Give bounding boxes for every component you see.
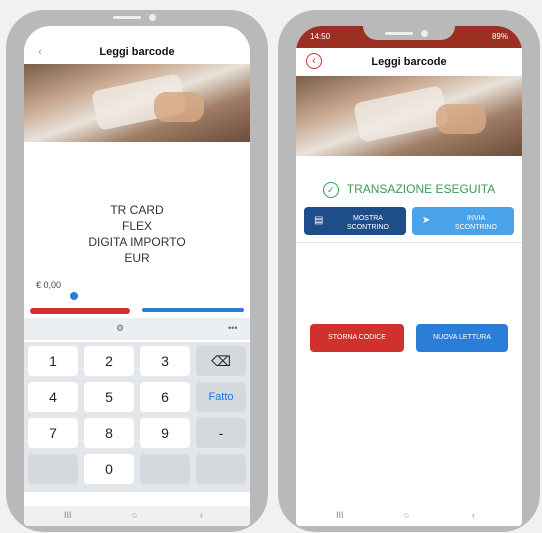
divider xyxy=(296,242,522,243)
empty-key-mid xyxy=(140,454,190,484)
nav-back-icon[interactable]: ‹ xyxy=(200,510,203,520)
system-navbar: III ○ ‹ xyxy=(24,506,250,526)
key-7[interactable]: 7 xyxy=(28,418,78,448)
blue-bar xyxy=(142,308,244,312)
key-8[interactable]: 8 xyxy=(84,418,134,448)
keyboard-toolbar: ⚙ ••• xyxy=(24,318,250,340)
show-receipt-button[interactable]: ▤ MOSTRA SCONTRINO xyxy=(304,207,406,235)
app-header: ‹ Leggi barcode xyxy=(296,48,522,72)
scanned-card xyxy=(352,85,450,143)
recent-apps-icon[interactable]: III xyxy=(336,510,344,520)
new-read-button[interactable]: NUOVA LETTURA xyxy=(416,324,508,352)
battery-level: 89% xyxy=(491,32,508,41)
backspace-icon[interactable]: ⌫ xyxy=(196,346,246,376)
key-2[interactable]: 2 xyxy=(84,346,134,376)
camera-preview xyxy=(24,64,250,142)
key-4[interactable]: 4 xyxy=(28,382,78,412)
speaker xyxy=(113,16,141,19)
camera-preview xyxy=(296,76,522,156)
key-5[interactable]: 5 xyxy=(84,382,134,412)
recent-apps-icon[interactable]: III xyxy=(64,510,72,520)
key-1[interactable]: 1 xyxy=(28,346,78,376)
status-time: 14:50 xyxy=(310,32,331,41)
phone-frame-left: ‹ Leggi barcode TR CARD FLEX DIGITA IMPO… xyxy=(6,10,268,532)
amount-prompt: DIGITA IMPORTO xyxy=(88,235,186,249)
system-navbar: III ○ ‹ xyxy=(296,506,522,526)
gear-icon[interactable]: ⚙ xyxy=(116,323,124,334)
key-0[interactable]: 0 xyxy=(84,454,134,484)
empty-key-left xyxy=(28,454,78,484)
more-icon[interactable]: ••• xyxy=(228,323,237,333)
numeric-keyboard: 1 2 3 ⌫ 4 5 6 Fatto 7 8 9 - 0 xyxy=(24,342,250,492)
send-receipt-button[interactable]: ➤ INVIA SCONTRINO xyxy=(412,207,514,235)
nav-back-icon[interactable]: ‹ xyxy=(472,510,475,520)
key-6[interactable]: 6 xyxy=(140,382,190,412)
page-title: Leggi barcode xyxy=(371,56,447,68)
empty-key-right xyxy=(196,454,246,484)
check-circle-icon: ✓ xyxy=(322,182,339,198)
card-variant: FLEX xyxy=(121,219,152,233)
home-icon[interactable]: ○ xyxy=(404,510,409,520)
amount-input[interactable]: € 0,00 xyxy=(36,280,61,290)
card-type: TR CARD xyxy=(110,203,164,217)
phone-notch xyxy=(91,10,183,24)
receipt-icon: ▤ xyxy=(314,215,324,226)
page-title: Leggi barcode xyxy=(99,46,175,58)
currency-label: EUR xyxy=(124,251,150,265)
hand-image xyxy=(436,104,486,134)
key-3[interactable]: 3 xyxy=(140,346,190,376)
minus-key[interactable]: - xyxy=(196,418,246,448)
front-camera xyxy=(421,30,428,37)
key-9[interactable]: 9 xyxy=(140,418,190,448)
result-screen: 14:50 89% ‹ Leggi barcode ✓ TRANSAZIONE E… xyxy=(296,26,522,526)
success-message: ✓ TRANSAZIONE ESEGUITA xyxy=(296,182,522,198)
success-text: TRANSAZIONE ESEGUITA xyxy=(346,182,496,197)
phone-notch xyxy=(363,26,455,40)
speaker xyxy=(385,32,413,35)
cursor-handle[interactable] xyxy=(70,292,78,300)
scan-screen: ‹ Leggi barcode TR CARD FLEX DIGITA IMPO… xyxy=(24,26,250,526)
done-key[interactable]: Fatto xyxy=(196,382,246,412)
storno-button[interactable]: STORNA CODICE xyxy=(310,324,404,352)
front-camera xyxy=(149,14,156,21)
send-icon: ➤ xyxy=(422,215,431,226)
hand-image xyxy=(154,92,204,122)
red-bar xyxy=(30,308,130,314)
home-icon[interactable]: ○ xyxy=(132,510,137,520)
send-receipt-label: INVIA SCONTRINO xyxy=(455,215,497,231)
app-header: ‹ Leggi barcode xyxy=(24,40,250,64)
card-info: TR CARD FLEX DIGITA IMPORTO EUR xyxy=(24,202,250,266)
phone-frame-right: 14:50 89% ‹ Leggi barcode ✓ TRANSAZIONE E… xyxy=(278,10,540,532)
show-receipt-label: MOSTRA SCONTRINO xyxy=(347,215,389,231)
